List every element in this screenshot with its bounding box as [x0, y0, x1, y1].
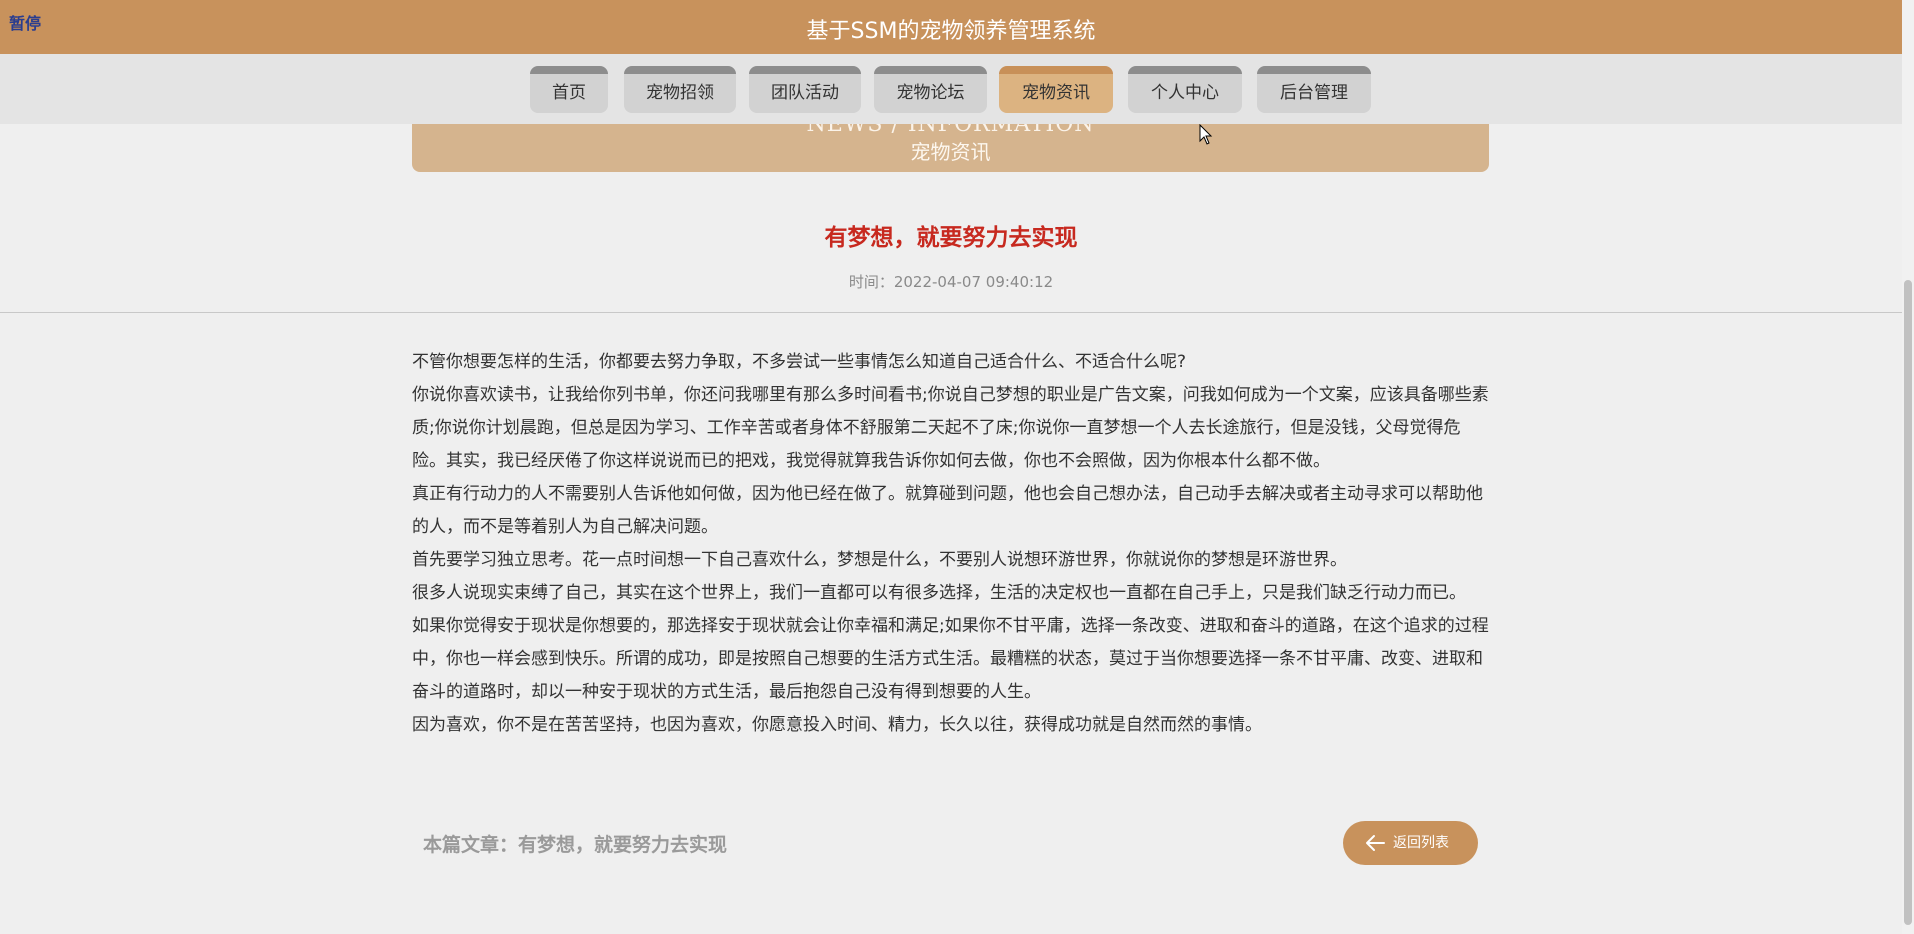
- back-to-list-button[interactable]: 返回列表: [1343, 821, 1478, 865]
- back-to-list-label: 返回列表: [1393, 835, 1449, 851]
- nav-team-activities[interactable]: 团队活动: [749, 66, 861, 113]
- scrollbar-thumb[interactable]: [1904, 280, 1912, 925]
- arrow-left-icon: [1366, 835, 1385, 851]
- nav-admin[interactable]: 后台管理: [1257, 66, 1371, 113]
- main-navigation: 首页 宠物招领 团队活动 宠物论坛 宠物资讯 个人中心 后台管理: [0, 54, 1902, 124]
- nav-pet-forum[interactable]: 宠物论坛: [874, 66, 987, 113]
- divider: [0, 312, 1902, 313]
- banner-chinese-title: 宠物资讯: [910, 140, 991, 164]
- article-paragraph: 如果你觉得安于现状是你想要的，那选择安于现状就会让你幸福和满足;如果你不甘平庸，…: [412, 616, 1489, 702]
- article-paragraph: 因为喜欢，你不是在苦苦坚持，也因为喜欢，你愿意投入时间、精力，长久以往，获得成功…: [412, 715, 1262, 735]
- nav-home[interactable]: 首页: [530, 66, 608, 113]
- site-title: 基于SSM的宠物领养管理系统: [806, 19, 1096, 44]
- nav-personal-center[interactable]: 个人中心: [1128, 66, 1242, 113]
- page-scrollbar[interactable]: [1902, 0, 1914, 934]
- article-paragraph: 首先要学习独立思考。花一点时间想一下自己喜欢什么，梦想是什么，不要别人说想环游世…: [412, 550, 1347, 570]
- article-title: 有梦想，就要努力去实现: [824, 225, 1078, 251]
- article-paragraph: 很多人说现实束缚了自己，其实在这个世界上，我们一直都可以有很多选择，生活的决定权…: [412, 583, 1466, 603]
- article-paragraph: 不管你想要怎样的生活，你都要去努力争取，不多尝试一些事情怎么知道自己适合什么、不…: [412, 352, 1187, 372]
- article-paragraph: 你说你喜欢读书，让我给你列书单，你还问我哪里有那么多时间看书;你说自己梦想的职业…: [412, 385, 1489, 471]
- article-paragraph: 真正有行动力的人不需要别人告诉他如何做，因为他已经在做了。就算碰到问题，他也会自…: [412, 484, 1483, 537]
- current-article-label: 本篇文章：有梦想，就要努力去实现: [423, 834, 728, 856]
- nav-pet-adoption[interactable]: 宠物招领: [624, 66, 736, 113]
- article-timestamp: 时间：2022-04-07 09:40:12: [848, 273, 1054, 291]
- section-banner: NEWS / INFORMATION 宠物资讯: [412, 124, 1489, 172]
- mouse-cursor-icon: [1199, 124, 1213, 145]
- top-header-bar: 暂停 基于SSM的宠物领养管理系统: [0, 0, 1902, 54]
- article-body: 不管你想要怎样的生活，你都要去努力争取，不多尝试一些事情怎么知道自己适合什么、不…: [412, 346, 1492, 742]
- nav-pet-news[interactable]: 宠物资讯: [999, 66, 1113, 113]
